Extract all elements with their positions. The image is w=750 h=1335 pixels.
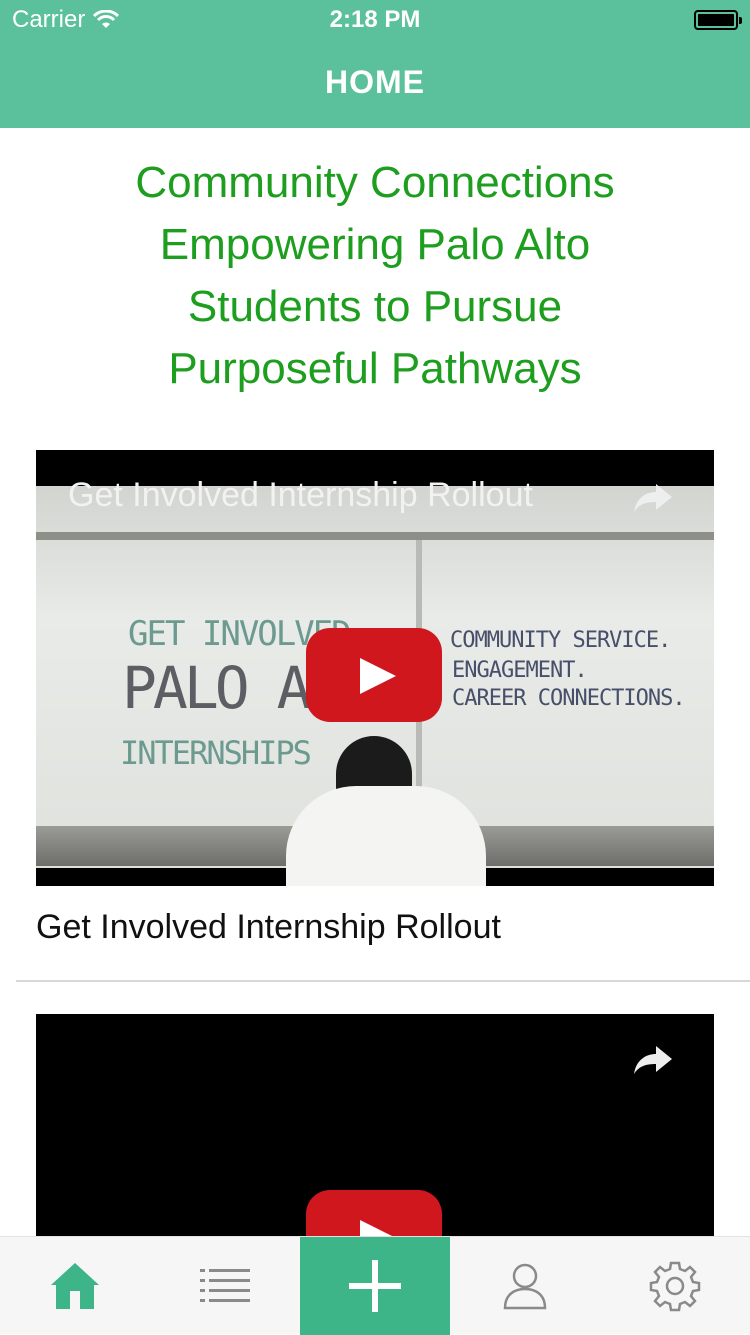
person-icon: [503, 1263, 547, 1310]
plus-icon: [349, 1260, 401, 1312]
page-title: HOME: [325, 64, 425, 100]
status-time: 2:18 PM: [329, 6, 421, 33]
tab-list[interactable]: [150, 1237, 300, 1335]
board-text: ENGAGEMENT.: [452, 658, 588, 683]
tagline-line: Students to Pursue: [187, 282, 563, 331]
board-text: CAREER CONNECTIONS.: [452, 686, 686, 711]
video-player[interactable]: [36, 1014, 714, 1244]
board-text: COMMUNITY SERVICE.: [450, 628, 671, 653]
tab-add[interactable]: [300, 1237, 450, 1335]
navigation-bar: Carrier 2:18 PM HOME: [0, 0, 750, 128]
tab-bar: [0, 1236, 750, 1335]
video-title-overlay[interactable]: Get Involved Internship Rollout: [68, 476, 533, 515]
video-caption: Get Involved Internship Rollout: [36, 908, 501, 946]
play-button[interactable]: [306, 628, 442, 722]
tagline-line: Purposeful Pathways: [168, 344, 582, 393]
board-text: INTERNSHIPS: [120, 734, 312, 772]
video-player[interactable]: GET INVOLVED PALO ALTO INTERNSHIPS COMMU…: [36, 450, 714, 886]
tagline: Community Connections Empowering Palo Al…: [0, 152, 750, 400]
tab-home[interactable]: [0, 1237, 150, 1335]
battery-icon: [694, 10, 742, 30]
tagline-line: Empowering Palo Alto: [159, 220, 591, 269]
tab-settings[interactable]: [600, 1237, 750, 1335]
gear-icon: [649, 1261, 701, 1312]
home-icon: [51, 1263, 99, 1309]
share-icon[interactable]: [630, 480, 674, 516]
divider: [16, 980, 750, 982]
list-icon: [200, 1269, 250, 1302]
tagline-line: Community Connections: [135, 158, 615, 207]
tab-profile[interactable]: [450, 1237, 600, 1335]
share-icon[interactable]: [630, 1042, 674, 1078]
